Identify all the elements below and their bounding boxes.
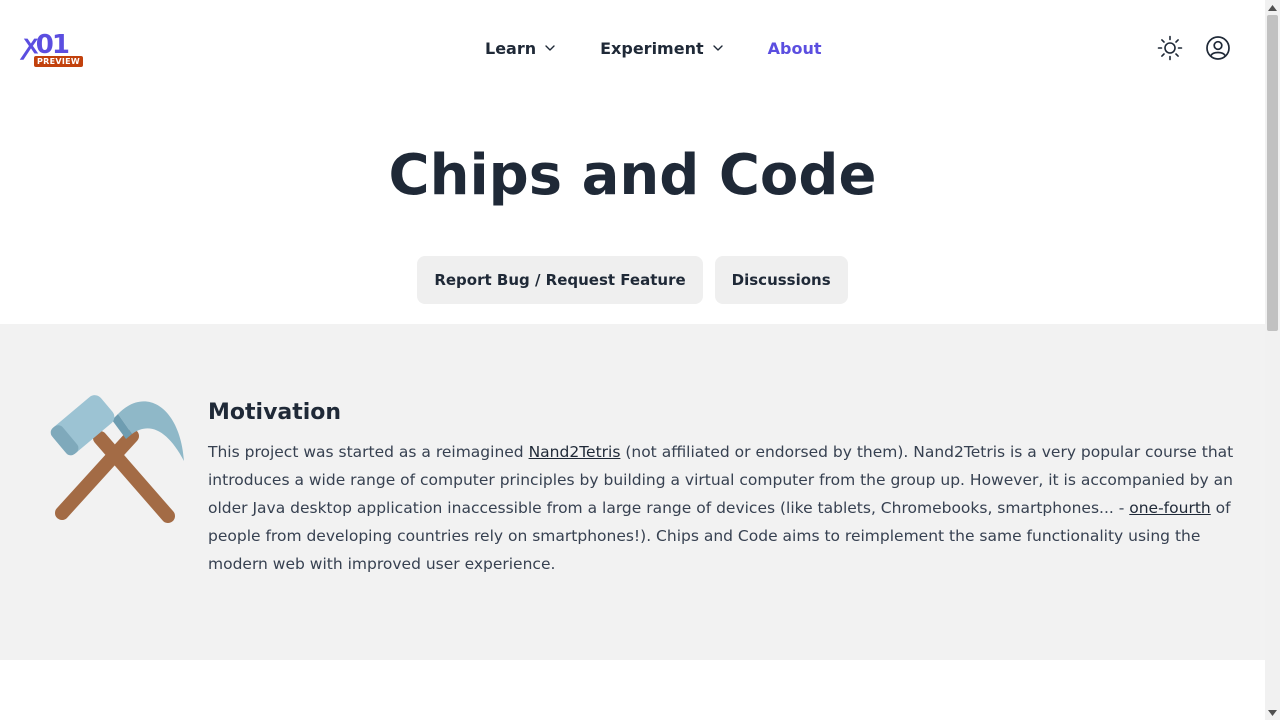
section-title: Motivation xyxy=(208,400,342,425)
motivation-body: Motivation This project was started as a… xyxy=(208,398,1238,578)
vertical-scrollbar[interactable] xyxy=(1265,0,1280,720)
hero-actions: Report Bug / Request Feature Discussions xyxy=(0,256,1265,304)
theme-toggle-button[interactable] xyxy=(1156,34,1184,62)
site-header: ꭗ01 PREVIEW Learn Experiment About xyxy=(0,0,1265,96)
main-content: ꭗ01 PREVIEW Learn Experiment About Chips… xyxy=(0,0,1265,720)
main-nav: Learn Experiment About xyxy=(485,36,822,60)
sun-icon xyxy=(1157,35,1183,61)
page: ꭗ01 PREVIEW Learn Experiment About Chips… xyxy=(0,0,1280,720)
scroll-up-arrow-icon[interactable] xyxy=(1265,0,1280,15)
nand2tetris-link[interactable]: Nand2Tetris xyxy=(529,443,621,461)
nav-experiment-label: Experiment xyxy=(600,38,704,58)
nav-learn-label: Learn xyxy=(485,38,537,58)
scrollbar-thumb[interactable] xyxy=(1267,15,1278,331)
site-logo[interactable]: ꭗ01 PREVIEW xyxy=(24,28,84,68)
nav-learn[interactable]: Learn xyxy=(485,39,556,58)
page-title: Chips and Code xyxy=(388,143,877,208)
nav-about[interactable]: About xyxy=(768,39,822,58)
preview-badge: PREVIEW xyxy=(34,56,84,67)
one-fourth-link[interactable]: one-fourth xyxy=(1129,499,1210,517)
chevron-down-icon xyxy=(545,45,555,51)
hammer-and-pick-icon xyxy=(50,395,184,523)
report-bug-button[interactable]: Report Bug / Request Feature xyxy=(417,256,703,304)
scroll-down-arrow-icon[interactable] xyxy=(1265,705,1280,720)
text-segment: This project was started as a reimagined xyxy=(208,443,529,461)
nav-experiment[interactable]: Experiment xyxy=(600,39,724,58)
discussions-button[interactable]: Discussions xyxy=(714,256,848,304)
header-actions xyxy=(1156,34,1232,62)
account-button[interactable] xyxy=(1204,34,1232,62)
motivation-section: Motivation This project was started as a… xyxy=(0,324,1265,660)
user-circle-icon xyxy=(1206,36,1230,60)
chevron-down-icon xyxy=(712,45,723,51)
motivation-text: This project was started as a reimagined… xyxy=(208,438,1238,578)
